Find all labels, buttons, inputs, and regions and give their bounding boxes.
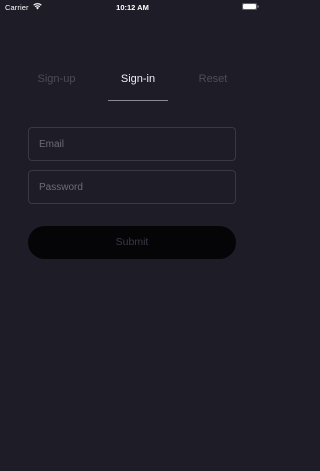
password-field[interactable] <box>28 170 236 204</box>
tab-reset[interactable]: Reset <box>192 70 234 100</box>
tab-sign-in[interactable]: Sign-in <box>108 70 168 100</box>
active-tab-indicator <box>108 100 168 101</box>
submit-button[interactable]: Submit <box>28 226 236 259</box>
email-field[interactable] <box>28 127 236 161</box>
tab-sign-up[interactable]: Sign-up <box>28 70 85 100</box>
sign-in-screen: Carrier 10:12 AM Sign-up Sign-in Reset S… <box>0 0 265 471</box>
status-time: 10:12 AM <box>116 3 149 12</box>
battery-icon <box>242 3 259 10</box>
auth-tabs: Sign-up Sign-in Reset <box>20 70 245 102</box>
status-bar: Carrier 10:12 AM <box>0 0 265 14</box>
